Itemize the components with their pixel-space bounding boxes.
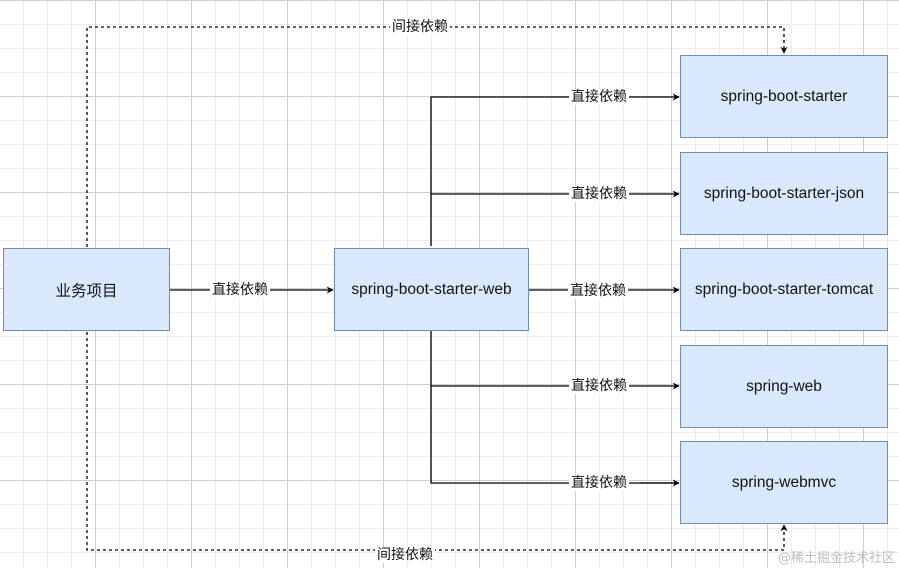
edge-label-direct-web: 直接依赖 bbox=[569, 378, 629, 394]
node-spring-boot-starter-json[interactable]: spring-boot-starter-json bbox=[680, 152, 888, 235]
watermark: @稀土掘金技术社区 bbox=[777, 551, 895, 566]
node-business-project[interactable]: 业务项目 bbox=[3, 248, 170, 331]
edge-label-direct-starter: 直接依赖 bbox=[569, 89, 629, 105]
edge-label-direct-webmvc: 直接依赖 bbox=[569, 475, 629, 491]
edge-starter-web-to-starter bbox=[430, 93, 680, 246]
node-spring-boot-starter[interactable]: spring-boot-starter bbox=[680, 55, 888, 138]
node-spring-web[interactable]: spring-web bbox=[680, 345, 888, 428]
edge-starter-web-to-web bbox=[430, 331, 679, 484]
node-spring-boot-starter-web[interactable]: spring-boot-starter-web bbox=[334, 248, 529, 331]
edge-label-direct-json: 直接依赖 bbox=[569, 186, 629, 202]
edge-label-direct-tomcat: 直接依赖 bbox=[568, 283, 628, 299]
node-spring-boot-starter-tomcat[interactable]: spring-boot-starter-tomcat bbox=[680, 248, 888, 331]
edge-label-direct-project: 直接依赖 bbox=[210, 282, 270, 298]
edge-label-indirect-bottom: 间接依赖 bbox=[375, 547, 435, 563]
node-spring-webmvc[interactable]: spring-webmvc bbox=[680, 441, 888, 524]
edge-label-indirect-top: 间接依赖 bbox=[390, 19, 450, 35]
